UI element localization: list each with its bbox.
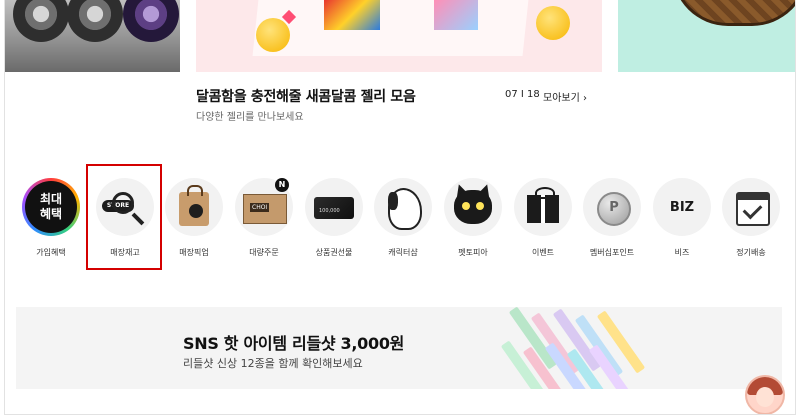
jelly-panel-graphic xyxy=(252,0,530,56)
jelly-bag-graphic xyxy=(324,0,380,30)
wheel-graphic xyxy=(67,0,123,42)
snoopy-icon xyxy=(374,178,432,236)
view-all-link[interactable]: 모아보기 › xyxy=(543,89,587,104)
category-label: 비즈 xyxy=(674,248,690,257)
category-label: 대량주문 xyxy=(249,248,279,257)
benefit-ring-icon: 최대 혜택 xyxy=(22,178,80,236)
category-bulk-order[interactable]: CHOI N 대량주문 xyxy=(229,174,299,258)
shopping-bag-icon xyxy=(165,178,223,236)
highlight-box xyxy=(86,164,162,270)
category-label: 멤버십포인트 xyxy=(589,248,635,257)
gift-box-icon xyxy=(514,178,572,236)
category-join-benefits[interactable]: 최대 혜택 가입혜택 xyxy=(16,174,86,258)
page-frame: 달콤함을 충전해줄 새콤달콤 젤리 모음 다양한 젤리를 만나보세요 07 I … xyxy=(4,0,796,415)
jelly-bag-graphic xyxy=(434,0,478,30)
category-subscription[interactable]: 정기배송 xyxy=(716,174,786,258)
promo-image-car-wheels[interactable] xyxy=(5,0,180,72)
category-event[interactable]: 이벤트 xyxy=(508,174,578,258)
gift-card-icon: 100,000 xyxy=(305,178,363,236)
calendar-check-icon xyxy=(722,178,780,236)
category-gift-card[interactable]: 100,000 상품권선물 xyxy=(299,174,369,258)
basket-graphic xyxy=(672,0,795,26)
promo-image-basket[interactable] xyxy=(618,0,795,72)
thumbs-up-emoji-icon xyxy=(536,6,570,40)
benefit-badge-line1: 최대 xyxy=(39,192,63,206)
black-cat-icon xyxy=(444,178,502,236)
wheel-graphic xyxy=(13,0,69,42)
wheel-graphic xyxy=(123,0,179,42)
category-label: 상품권선물 xyxy=(315,248,353,257)
banner-title: SNS 핫 아이템 리들샷 3,000원 xyxy=(183,334,405,353)
category-label: 캐릭터샵 xyxy=(388,248,418,257)
category-label: 이벤트 xyxy=(531,248,555,257)
promo-image-jelly[interactable] xyxy=(196,0,602,72)
box-label-text: CHOI xyxy=(250,203,270,212)
category-label: 펫토피아 xyxy=(458,248,488,257)
smiley-emoji-icon xyxy=(256,18,290,52)
promo-banner[interactable]: SNS 핫 아이템 리들샷 3,000원 리들샷 신상 12종을 함께 확인해보… xyxy=(16,307,782,389)
product-sticks-graphic xyxy=(500,307,650,389)
category-store-pickup[interactable]: 매장픽업 xyxy=(159,174,229,258)
category-pettopia[interactable]: 펫토피아 xyxy=(438,174,508,258)
point-coin-icon: P xyxy=(583,178,641,236)
category-label: 매장픽업 xyxy=(179,248,209,257)
carousel-counter: 07 I 18 xyxy=(505,89,540,100)
gift-card-amount: 100,000 xyxy=(319,208,340,214)
category-biz[interactable]: BIZ 비즈 xyxy=(647,174,717,258)
category-label: 가입혜택 xyxy=(36,248,66,257)
promo-subtitle: 다양한 젤리를 만나보세요 xyxy=(196,112,304,123)
chat-assistant-avatar[interactable] xyxy=(745,375,785,414)
promo-title[interactable]: 달콤함을 충전해줄 새콤달콤 젤리 모음 xyxy=(196,86,416,106)
biz-text: BIZ xyxy=(669,200,695,215)
category-label: 정기배송 xyxy=(736,248,766,257)
coin-letter: P xyxy=(609,200,619,215)
new-badge: N xyxy=(275,178,289,192)
category-character-shop[interactable]: 캐릭터샵 xyxy=(368,174,438,258)
biz-icon: BIZ xyxy=(653,178,711,236)
banner-subtitle: 리들샷 신상 12종을 함께 확인해보세요 xyxy=(183,357,363,370)
benefit-badge-line2: 혜택 xyxy=(39,207,63,221)
category-membership-point[interactable]: P 멤버십포인트 xyxy=(577,174,647,258)
